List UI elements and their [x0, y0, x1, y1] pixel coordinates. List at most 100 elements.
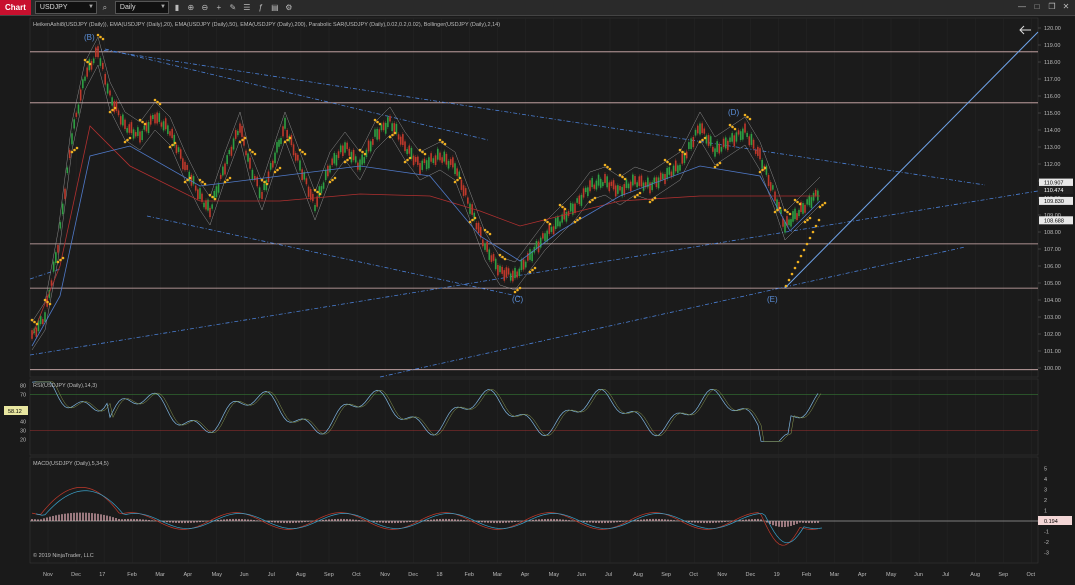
- maximize-icon[interactable]: □: [1030, 0, 1044, 14]
- candle-body: [512, 270, 514, 282]
- instrument-selector[interactable]: USDJPY ▼: [34, 1, 97, 14]
- time-axis: Nov Dec 17 Feb Mar Apr May Jun Jul Aug Sep Oct Nov De…: [43, 572, 1036, 578]
- candle-body: [662, 173, 664, 180]
- price-badge-label: 110.907: [1044, 181, 1063, 187]
- candle-body: [591, 178, 593, 188]
- candle-body: [258, 187, 261, 199]
- macd-tick-label: 4: [1044, 477, 1047, 483]
- sar-dot: [651, 198, 654, 202]
- sar-dot: [243, 136, 247, 140]
- candle-body: [503, 270, 506, 281]
- candle-body: [324, 169, 327, 181]
- price-tick-label: 118.00: [1044, 60, 1060, 66]
- chevron-down-icon: ▼: [87, 4, 94, 10]
- candle-body: [454, 163, 456, 175]
- crosshair-icon[interactable]: +: [213, 2, 225, 13]
- time-tick-label: Sep: [661, 572, 671, 578]
- candle-body: [720, 146, 723, 152]
- time-tick-label: Nov: [380, 572, 390, 578]
- sar-dot: [471, 218, 474, 222]
- time-tick-label: Aug: [296, 572, 306, 578]
- candle-body: [569, 203, 572, 212]
- time-tick-label: Sep: [324, 572, 334, 578]
- candle-body: [612, 180, 615, 190]
- price-tick-label: 119.00: [1044, 43, 1060, 49]
- candle-body: [412, 155, 415, 166]
- candle-body: [445, 153, 448, 165]
- chevron-down-icon: ▼: [159, 4, 166, 10]
- candle-body: [167, 125, 169, 134]
- sar-dot: [653, 196, 657, 200]
- candle-body: [152, 114, 154, 120]
- candle-body: [299, 160, 301, 171]
- candle-body: [421, 160, 424, 170]
- indicator-icon[interactable]: ƒ: [255, 2, 267, 13]
- bar-type-icon[interactable]: ▮: [171, 2, 183, 13]
- price-badges: 110.907110.474 109.830 108.688: [1039, 178, 1073, 225]
- candle-body: [597, 174, 600, 186]
- drawing-tools-icon[interactable]: ✎: [227, 2, 239, 13]
- candle-body: [251, 169, 254, 180]
- strategy-icon[interactable]: ☰: [241, 2, 253, 13]
- candle-body: [529, 249, 531, 260]
- sar-dot: [806, 218, 809, 222]
- restore-icon[interactable]: ❐: [1045, 0, 1059, 14]
- candle-body: [399, 136, 402, 145]
- sar-dot: [786, 210, 789, 214]
- sar-dot: [593, 196, 597, 200]
- interval-selector[interactable]: Daily ▼: [114, 1, 169, 14]
- toolbar: Chart USDJPY ▼ ⌕ Daily ▼ ▮ ⊕ ⊖ + ✎ ☰ ƒ ▤…: [0, 0, 1075, 16]
- sar-dot: [46, 300, 49, 304]
- candle-body: [490, 255, 493, 262]
- candle-body: [35, 327, 38, 337]
- zoom-in-icon[interactable]: ⊕: [185, 2, 197, 13]
- close-icon[interactable]: ✕: [1059, 0, 1073, 14]
- candle-body: [408, 145, 411, 154]
- price-tick-label: 115.00: [1044, 111, 1060, 117]
- candle-body: [692, 137, 695, 148]
- candle-body: [441, 157, 443, 163]
- candle-body: [179, 149, 182, 159]
- candle-body: [106, 83, 109, 94]
- sar-dot: [731, 125, 734, 129]
- sar-dot: [606, 165, 609, 169]
- price-tick-label: 108.00: [1044, 230, 1061, 236]
- candle-body: [712, 146, 714, 152]
- zoom-out-icon[interactable]: ⊖: [199, 2, 211, 13]
- candle-body: [817, 190, 819, 201]
- candle-body: [82, 79, 84, 89]
- candle-body: [391, 123, 393, 132]
- chart-area[interactable]: HeikenAshi8(USDJPY (Daily)), EMA(USDJPY …: [0, 16, 1075, 580]
- search-icon[interactable]: ⌕: [99, 2, 111, 13]
- sar-dot: [331, 178, 334, 182]
- sar-dot: [802, 248, 806, 252]
- sar-dot: [346, 158, 349, 162]
- candle-body: [380, 124, 383, 131]
- sar-dot: [141, 120, 144, 124]
- chart-tab[interactable]: Chart: [0, 0, 31, 15]
- candle-body: [211, 204, 213, 209]
- sar-dot: [123, 140, 127, 144]
- sar-dot: [348, 156, 352, 160]
- sar-dot: [716, 163, 719, 167]
- candle-body: [757, 146, 759, 156]
- sar-dot: [531, 268, 534, 272]
- sar-dot: [561, 205, 564, 209]
- sar-dot: [208, 193, 212, 197]
- candle-body: [742, 128, 744, 140]
- properties-icon[interactable]: ▤: [269, 2, 281, 13]
- sar-dot: [773, 210, 777, 214]
- candle-body: [632, 174, 634, 186]
- gear-icon[interactable]: ⚙: [283, 2, 295, 13]
- candle-body: [322, 182, 325, 189]
- candle-body: [164, 118, 167, 130]
- sar-dot: [59, 258, 62, 262]
- candle-body: [354, 156, 357, 163]
- time-tick-label: Oct: [352, 572, 361, 578]
- candle-body: [449, 159, 452, 165]
- minimize-icon[interactable]: —: [1015, 0, 1029, 14]
- candle-body: [544, 233, 546, 242]
- chart-canvas[interactable]: HeikenAshi8(USDJPY (Daily)), EMA(USDJPY …: [0, 16, 1075, 580]
- candle-body: [190, 174, 193, 186]
- sar-dot: [406, 158, 409, 162]
